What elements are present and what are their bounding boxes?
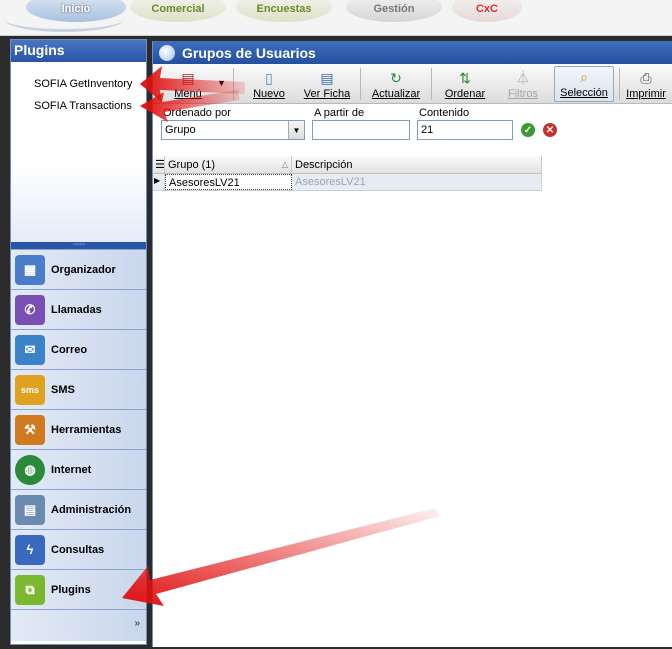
content-input[interactable]: 21 [417, 120, 513, 140]
new-button[interactable]: ▯ Nuevo [247, 66, 291, 102]
left-panel: Plugins SOFIA GetInventory SOFIA Transac… [10, 39, 147, 645]
phone-icon: ✆ [15, 294, 45, 325]
toolbar: ▤ Menú ▼ ▯ Nuevo ▤ Ver Ficha ↻ Actualiza… [153, 64, 672, 104]
organizer-icon: ▦ [15, 254, 45, 285]
new-label: Nuevo [253, 88, 285, 100]
query-icon: ϟ [15, 534, 45, 565]
nav-footer: » [11, 609, 146, 641]
cell-grupo[interactable]: AsesoresLV21 [165, 174, 292, 190]
toolbar-separator [431, 68, 432, 100]
sort-button[interactable]: ⇅ Ordenar [441, 66, 489, 102]
apply-check-icon[interactable]: ✓ [521, 123, 535, 137]
nav-internet[interactable]: ◍ Internet [11, 449, 146, 489]
order-value: Grupo [165, 124, 196, 136]
nav-label: Administración [51, 503, 132, 516]
data-grid: ☰ Grupo (1) △ Descripción ▶ AsesoresLV21… [153, 156, 542, 191]
filters-button[interactable]: ⏃ Filtros [503, 66, 543, 102]
column-chooser-icon[interactable]: ☰ [153, 156, 165, 173]
plugin-list: SOFIA GetInventory SOFIA Transactions [11, 62, 146, 242]
window-icon [159, 44, 175, 61]
column-header-label: Grupo (1) [168, 158, 216, 171]
sms-icon: sms [15, 374, 45, 405]
nav-consultas[interactable]: ϟ Consultas [11, 529, 146, 569]
tab-cxc[interactable]: CxC [452, 0, 522, 22]
nav-label: Plugins [51, 583, 91, 596]
grid-header: ☰ Grupo (1) △ Descripción [153, 156, 542, 174]
tab-comercial[interactable]: Comercial [130, 0, 226, 22]
panel-splitter[interactable]: ········· [11, 241, 146, 249]
column-header-descripcion[interactable]: Descripción [292, 156, 542, 173]
toolbar-separator [233, 68, 234, 100]
sort-icon: ⇅ [459, 70, 471, 86]
chevron-down-icon[interactable]: ▼ [217, 78, 226, 88]
selection-icon: ⌕ [580, 69, 588, 85]
column-header-grupo[interactable]: Grupo (1) △ [165, 156, 292, 173]
nav-llamadas[interactable]: ✆ Llamadas [11, 289, 146, 329]
clear-x-icon[interactable]: ✕ [543, 123, 557, 137]
view-record-button[interactable]: ▤ Ver Ficha [301, 66, 353, 102]
plugin-item-transactions[interactable]: SOFIA Transactions [11, 98, 146, 120]
table-row[interactable]: ▶ AsesoresLV21 AsesoresLV21 [153, 174, 542, 191]
tools-icon: ⚒ [15, 414, 45, 445]
from-input[interactable] [312, 120, 410, 140]
printer-icon: ⎙ [640, 70, 652, 86]
from-label: A partir de [314, 107, 365, 119]
filter-bar: Ordenado por Grupo ▼ A partir de Conteni… [153, 104, 672, 142]
chevron-expand-icon[interactable]: » [134, 618, 140, 629]
view-card-icon: ▤ [320, 70, 334, 86]
cell-descripcion[interactable]: AsesoresLV21 [292, 174, 542, 190]
nav-label: Llamadas [51, 303, 102, 316]
nav-organizador[interactable]: ▦ Organizador [11, 249, 146, 289]
mail-icon: ✉ [15, 334, 45, 365]
filters-label: Filtros [508, 88, 538, 100]
nav-label: Consultas [51, 543, 105, 556]
plugin-item-getinventory[interactable]: SOFIA GetInventory [11, 76, 146, 98]
selection-button[interactable]: ⌕ Selección [554, 66, 614, 102]
sort-ascending-icon: △ [281, 160, 288, 169]
window-title: Grupos de Usuarios [182, 44, 316, 61]
toolbar-separator [619, 68, 620, 100]
nav-sms[interactable]: sms SMS [11, 369, 146, 409]
nav-label: Herramientas [51, 423, 122, 436]
print-button[interactable]: ⎙ Imprimir [623, 66, 669, 102]
tab-gestion[interactable]: Gestión [346, 0, 442, 22]
menu-icon: ▤ [181, 70, 195, 86]
filter-icon: ⏃ [516, 70, 530, 86]
plugin-icon: ⧉ [15, 574, 45, 605]
nav-label: SMS [51, 383, 75, 396]
window-titlebar: Grupos de Usuarios [153, 41, 672, 64]
order-select[interactable]: Grupo ▼ [161, 120, 305, 140]
admin-icon: ▤ [15, 494, 45, 525]
row-indicator-icon: ▶ [153, 174, 165, 190]
new-document-icon: ▯ [265, 70, 273, 86]
chevron-down-icon[interactable]: ▼ [288, 121, 304, 139]
column-header-label: Descripción [295, 158, 353, 171]
nav-administracion[interactable]: ▤ Administración [11, 489, 146, 529]
top-tab-bar: Inicio Comercial Encuestas Gestión CxC [0, 0, 672, 36]
refresh-label: Actualizar [371, 88, 421, 100]
order-label: Ordenado por [163, 107, 231, 119]
nav-correo[interactable]: ✉ Correo [11, 329, 146, 369]
refresh-button[interactable]: ↻ Actualizar [369, 66, 423, 102]
menu-label: Menú [174, 88, 202, 100]
nav-plugins[interactable]: ⧉ Plugins [11, 569, 146, 609]
panel-title: Plugins [11, 40, 146, 62]
refresh-icon: ↻ [390, 70, 402, 86]
toolbar-separator [360, 68, 361, 100]
content-label: Contenido [419, 107, 470, 119]
main-window: Grupos de Usuarios ▤ Menú ▼ ▯ Nuevo ▤ Ve… [152, 41, 672, 647]
globe-icon: ◍ [15, 454, 45, 485]
tab-encuestas[interactable]: Encuestas [236, 0, 332, 22]
nav-label: Internet [51, 463, 92, 476]
menu-button[interactable]: ▤ Menú [165, 66, 211, 102]
nav-label: Correo [51, 343, 88, 356]
sort-label: Ordenar [444, 88, 486, 100]
selection-label: Selección [560, 87, 608, 99]
nav-herramientas[interactable]: ⚒ Herramientas [11, 409, 146, 449]
print-label: Imprimir [626, 88, 666, 100]
view-label: Ver Ficha [303, 88, 351, 100]
nav-label: Organizador [51, 263, 116, 276]
